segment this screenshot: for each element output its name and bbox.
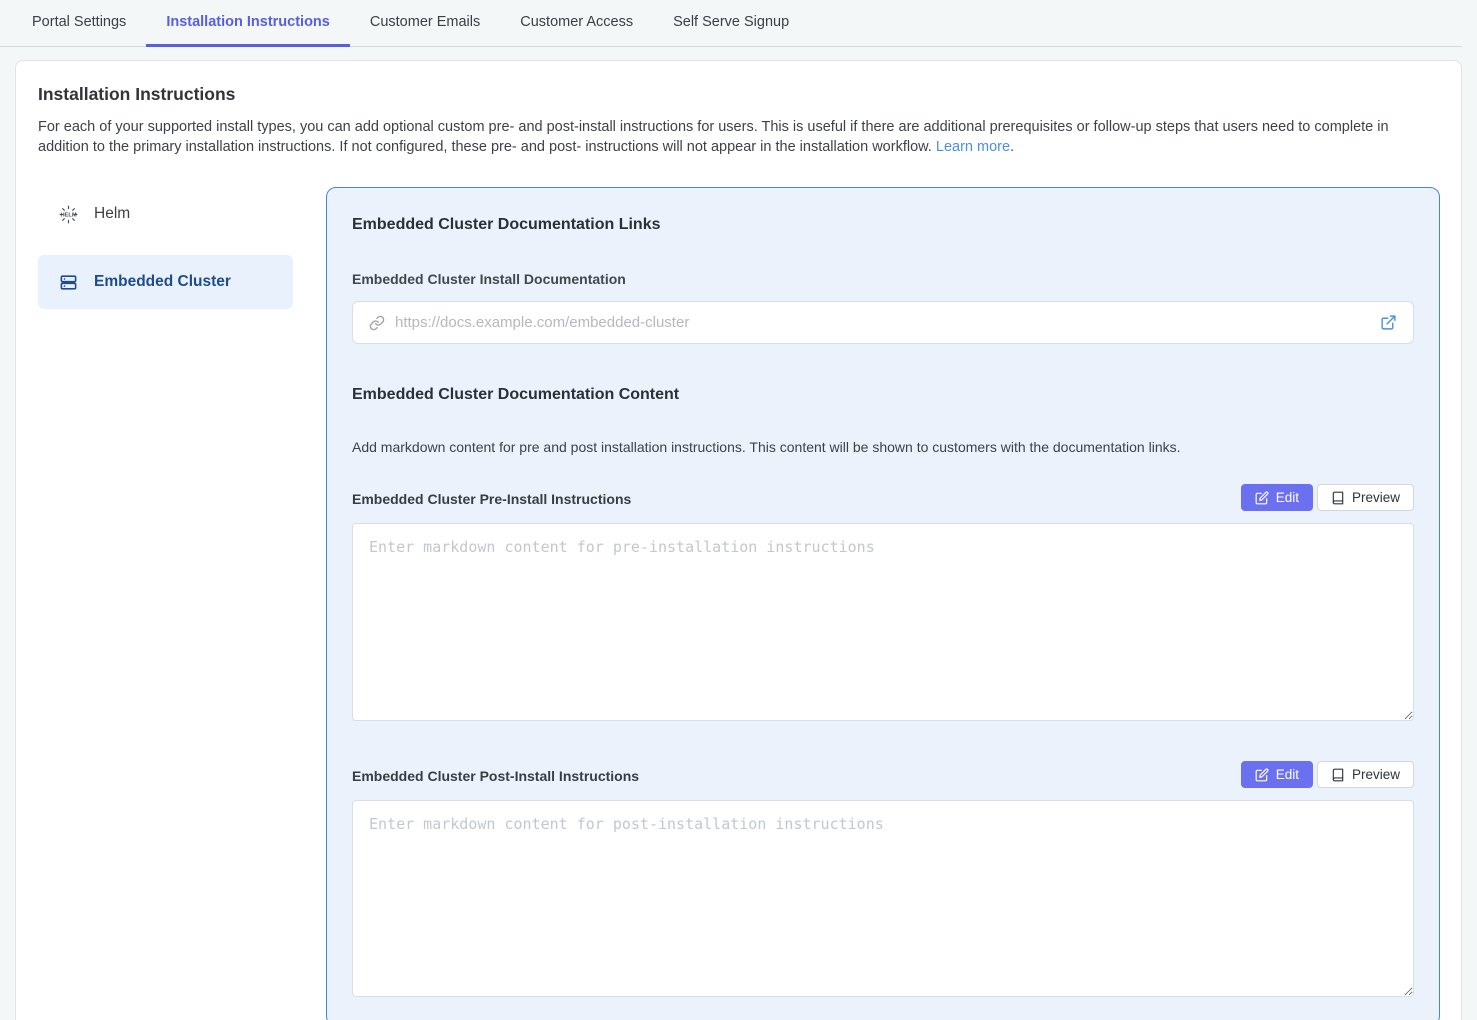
pre-install-preview-button[interactable]: Preview [1317,484,1414,511]
helm-icon: HELM [59,205,78,224]
top-tab-bar: Portal Settings Installation Instruction… [0,0,1462,47]
install-doc-label: Embedded Cluster Install Documentation [352,271,1414,287]
tab-customer-access[interactable]: Customer Access [500,0,653,47]
pre-install-header-row: Embedded Cluster Pre-Install Instruction… [352,484,1414,511]
post-install-preview-label: Preview [1352,767,1400,782]
pre-install-edit-label: Edit [1276,490,1299,505]
install-doc-url-field [352,301,1414,344]
link-icon [369,315,385,331]
sidebar-item-label: Embedded Cluster [94,273,231,291]
learn-more-link[interactable]: Learn more [936,139,1010,155]
server-stack-icon [59,273,78,292]
sidebar-item-embedded-cluster[interactable]: Embedded Cluster [38,255,293,309]
post-install-preview-button[interactable]: Preview [1317,761,1414,788]
embedded-cluster-panel: Embedded Cluster Documentation Links Emb… [326,187,1440,1020]
pre-install-preview-label: Preview [1352,490,1400,505]
post-install-edit-button[interactable]: Edit [1241,761,1313,788]
tab-customer-emails[interactable]: Customer Emails [350,0,500,47]
install-type-nav: HELM Helm Embedded Cluster [38,187,293,323]
post-install-edit-label: Edit [1276,767,1299,782]
edit-pencil-icon [1255,491,1269,505]
documentation-content-title: Embedded Cluster Documentation Content [352,386,1414,404]
sidebar-item-helm[interactable]: HELM Helm [38,187,293,241]
tab-installation-instructions[interactable]: Installation Instructions [146,0,350,47]
post-install-textarea[interactable] [352,800,1414,997]
page-title: Installation Instructions [38,84,1440,105]
book-icon [1331,768,1345,782]
pre-install-edit-button[interactable]: Edit [1241,484,1313,511]
install-doc-url-input[interactable] [395,314,1378,331]
post-install-mode-toggle: Edit Preview [1241,761,1414,788]
pre-install-label: Embedded Cluster Pre-Install Instruction… [352,491,631,511]
external-link-icon [1380,314,1397,331]
learn-more-period: . [1010,139,1014,155]
pre-install-textarea[interactable] [352,523,1414,721]
content-row: HELM Helm Embedded Cluster [38,187,1440,1020]
pre-install-mode-toggle: Edit Preview [1241,484,1414,511]
documentation-content-description: Add markdown content for pre and post in… [352,439,1414,455]
tab-self-serve-signup[interactable]: Self Serve Signup [653,0,809,47]
post-install-header-row: Embedded Cluster Post-Install Instructio… [352,761,1414,788]
edit-pencil-icon [1255,768,1269,782]
documentation-links-title: Embedded Cluster Documentation Links [352,216,1414,234]
sidebar-item-label: Helm [94,205,130,223]
page-description-text: For each of your supported install types… [38,119,1389,155]
tab-portal-settings[interactable]: Portal Settings [12,0,146,47]
page-description: For each of your supported install types… [38,117,1440,157]
svg-text:HELM: HELM [60,212,76,218]
book-icon [1331,491,1345,505]
post-install-label: Embedded Cluster Post-Install Instructio… [352,768,639,788]
main-card: Installation Instructions For each of yo… [15,60,1462,1020]
open-external-link-button[interactable] [1378,312,1399,333]
